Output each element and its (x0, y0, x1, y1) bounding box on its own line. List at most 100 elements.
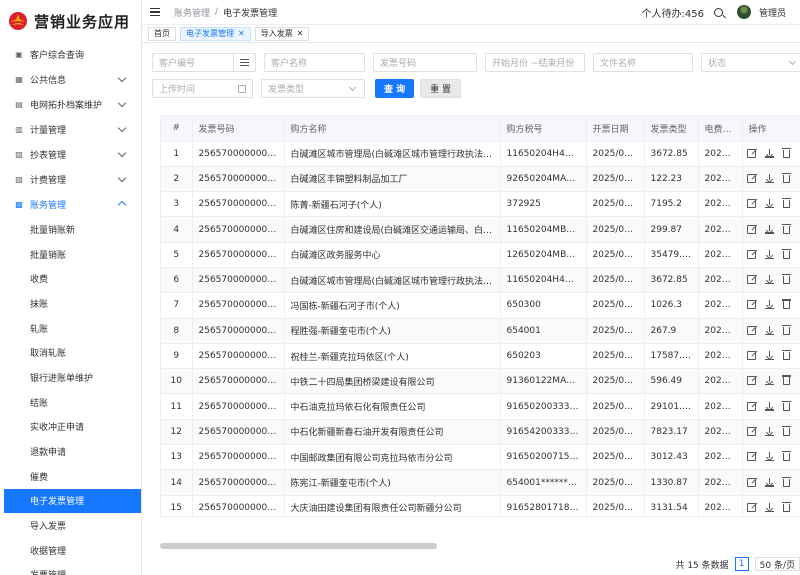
edit-icon[interactable] (746, 502, 756, 512)
close-icon[interactable]: ✕ (238, 29, 245, 38)
sidebar-menu-item[interactable]: ▧ 抄表管理 (0, 142, 141, 167)
sidebar-sub-item[interactable]: 收据管理 (0, 538, 141, 563)
download-icon[interactable] (764, 452, 774, 462)
table-cell: 202505 (698, 444, 743, 471)
edit-icon[interactable] (746, 351, 756, 361)
user-role[interactable]: 管理员 (759, 6, 786, 19)
tab[interactable]: 导入发票 ✕ (254, 26, 310, 41)
query-button[interactable]: 查 询 (375, 79, 415, 98)
upload-time-picker[interactable]: 上传时间 (152, 79, 253, 98)
delete-icon[interactable] (781, 198, 791, 209)
sidebar-sub-item[interactable]: 催费 (0, 464, 141, 489)
sidebar-sub-item[interactable]: 发票管理 (0, 563, 141, 575)
sidebar-menu-label: 电网拓扑档案维护 (30, 101, 103, 111)
download-icon[interactable] (764, 376, 774, 386)
sidebar-menu-item[interactable]: ▩ 账务管理 (0, 192, 141, 217)
delete-icon[interactable] (781, 451, 791, 462)
customer-no-input[interactable]: 客户编号 (152, 53, 256, 72)
sidebar-menu-item[interactable]: ▤ 电网拓扑档案维护 (0, 92, 141, 117)
edit-icon[interactable] (746, 300, 756, 310)
delete-icon[interactable] (781, 299, 791, 310)
page-number-current[interactable]: 1 (734, 557, 749, 571)
breadcrumb-item-parent[interactable]: 账务管理 (174, 6, 210, 19)
download-icon[interactable] (764, 173, 774, 183)
horizontal-scrollbar[interactable] (160, 543, 437, 549)
sidebar-sub-item[interactable]: 收费 (0, 266, 141, 291)
download-icon[interactable] (764, 351, 774, 361)
sidebar-sub-item[interactable]: 导入发票 (0, 513, 141, 538)
list-icon[interactable] (233, 53, 255, 72)
edit-icon[interactable] (746, 401, 756, 411)
download-icon[interactable] (764, 477, 774, 487)
sidebar-menu-item[interactable]: ▣ 客户综合查询 (0, 42, 141, 67)
edit-icon[interactable] (746, 173, 756, 183)
page-size-select[interactable]: 50 条/页 (754, 557, 800, 571)
invoice-no-input[interactable]: 发票号码 (373, 53, 477, 72)
edit-icon[interactable] (746, 224, 756, 234)
sidebar-menu-item[interactable]: ▥ 计量管理 (0, 117, 141, 142)
sidebar-sub-item[interactable]: 轧账 (0, 316, 141, 341)
delete-icon[interactable] (781, 274, 791, 285)
customer-name-placeholder: 客户名称 (271, 59, 308, 69)
download-icon[interactable] (764, 148, 774, 158)
personal-todo-count[interactable]: 个人待办:456 (642, 5, 704, 20)
delete-icon[interactable] (781, 147, 791, 158)
delete-icon[interactable] (781, 350, 791, 361)
sidebar-sub-item[interactable]: 电子发票管理 (4, 488, 141, 514)
sidebar-sub-item[interactable]: 取消轧账 (0, 340, 141, 365)
search-icon[interactable] (713, 7, 723, 17)
download-icon[interactable] (764, 401, 774, 411)
filter-row-2: 上传时间 发票类型 查 询 重 置 (152, 79, 467, 98)
delete-icon[interactable] (781, 476, 791, 487)
sidebar-sub-item[interactable]: 批量销账新 (0, 217, 141, 242)
person-icon: ▣ (15, 50, 23, 59)
download-icon[interactable] (764, 249, 774, 259)
sidebar-sub-item[interactable]: 抹账 (0, 291, 141, 316)
download-icon[interactable] (764, 300, 774, 310)
edit-icon[interactable] (746, 325, 756, 335)
sidebar-menu-item[interactable]: ▨ 计费管理 (0, 167, 141, 192)
file-name-input[interactable]: 文件名称 (593, 53, 693, 72)
tab[interactable]: 电子发票管理 ✕ (180, 26, 251, 41)
avatar[interactable] (736, 5, 751, 19)
sidebar-sub-item[interactable]: 银行进账单维护 (0, 365, 141, 390)
invoice-type-select[interactable]: 发票类型 (261, 79, 365, 98)
status-select[interactable]: 状态 (701, 53, 800, 72)
month-range-picker[interactable]: 开始月份 ~结束月份 (485, 53, 585, 72)
download-icon[interactable] (764, 275, 774, 285)
edit-icon[interactable] (746, 452, 756, 462)
table-cell: 2025/05/10 (586, 469, 645, 496)
edit-icon[interactable] (746, 199, 756, 209)
delete-icon[interactable] (781, 172, 791, 183)
delete-icon[interactable] (781, 375, 791, 386)
download-icon[interactable] (764, 224, 774, 234)
delete-icon[interactable] (781, 400, 791, 411)
sidebar-sub-item[interactable]: 批量销账 (0, 242, 141, 267)
sidebar-sub-item[interactable]: 退款申请 (0, 439, 141, 464)
edit-icon[interactable] (746, 477, 756, 487)
delete-icon[interactable] (781, 223, 791, 234)
menu-toggle-icon[interactable] (150, 8, 160, 16)
download-icon[interactable] (764, 426, 774, 436)
table-cell: 白碱滩区城市管理局(白碱滩区城市管理行政执法局) (284, 267, 501, 294)
sidebar-menu-item[interactable]: ▦ 公共信息 (0, 67, 141, 92)
edit-icon[interactable] (746, 376, 756, 386)
chevron-down-icon (788, 57, 797, 66)
edit-icon[interactable] (746, 148, 756, 158)
tab[interactable]: 首页 (148, 26, 176, 41)
delete-icon[interactable] (781, 248, 791, 259)
customer-name-input[interactable]: 客户名称 (264, 53, 365, 72)
delete-icon[interactable] (781, 501, 791, 512)
edit-icon[interactable] (746, 275, 756, 285)
download-icon[interactable] (764, 502, 774, 512)
edit-icon[interactable] (746, 249, 756, 259)
delete-icon[interactable] (781, 324, 791, 335)
reset-button[interactable]: 重 置 (420, 79, 462, 98)
close-icon[interactable]: ✕ (297, 29, 304, 38)
download-icon[interactable] (764, 199, 774, 209)
sidebar-sub-item[interactable]: 实收冲正申请 (0, 415, 141, 440)
delete-icon[interactable] (781, 425, 791, 436)
sidebar-sub-item[interactable]: 结账 (0, 390, 141, 415)
download-icon[interactable] (764, 325, 774, 335)
edit-icon[interactable] (746, 426, 756, 436)
